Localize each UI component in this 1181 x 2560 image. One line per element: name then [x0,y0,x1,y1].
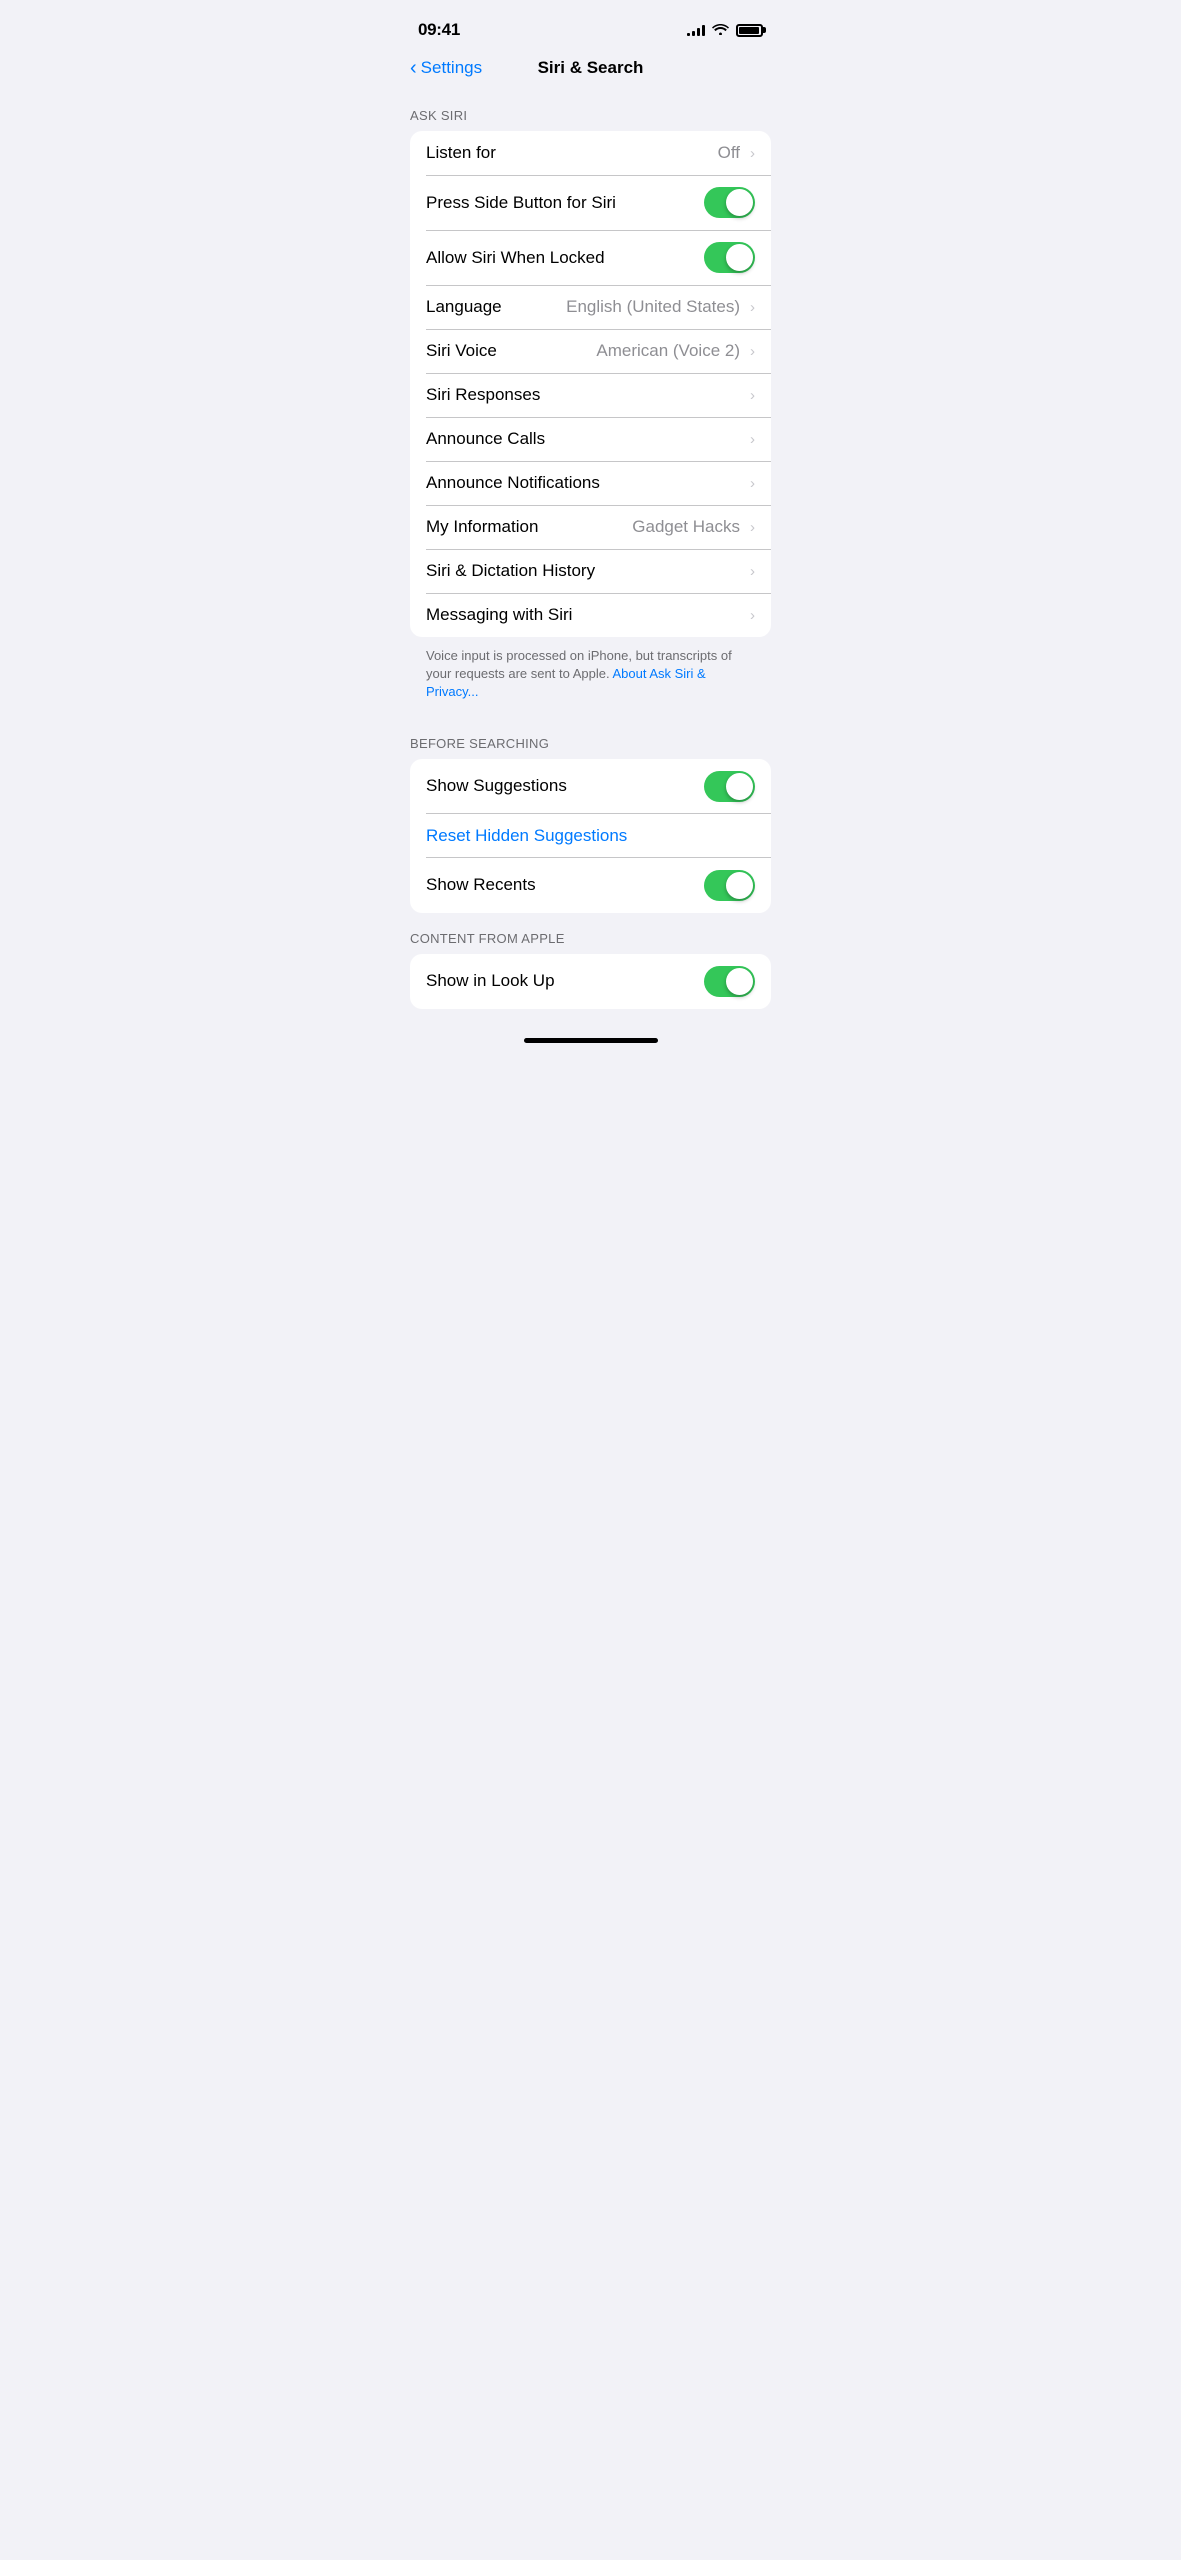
siri-responses-label: Siri Responses [426,385,750,405]
messaging-with-siri-chevron-icon: › [750,607,755,624]
ask-siri-header: ASK SIRI [394,90,787,131]
show-recents-toggle[interactable] [704,870,755,901]
press-side-button-label: Press Side Button for Siri [426,193,704,213]
language-value: English (United States) [566,297,740,317]
announce-notifications-chevron-icon: › [750,475,755,492]
home-indicator [524,1038,658,1043]
show-in-look-up-label: Show in Look Up [426,971,704,991]
before-searching-card: Show Suggestions Reset Hidden Suggestion… [410,759,771,913]
siri-voice-value: American (Voice 2) [596,341,740,361]
my-information-label: My Information [426,517,632,537]
language-label: Language [426,297,566,317]
allow-when-locked-row[interactable]: Allow Siri When Locked [410,230,771,285]
battery-icon [736,24,763,37]
back-label: Settings [421,58,482,78]
siri-voice-row[interactable]: Siri Voice American (Voice 2) › [410,329,771,373]
reset-hidden-suggestions-label: Reset Hidden Suggestions [426,826,755,846]
allow-when-locked-toggle[interactable] [704,242,755,273]
announce-calls-label: Announce Calls [426,429,750,449]
messaging-with-siri-row[interactable]: Messaging with Siri › [410,593,771,637]
listen-for-value: Off [718,143,740,163]
status-icons [687,22,763,38]
press-side-button-row[interactable]: Press Side Button for Siri [410,175,771,230]
siri-dictation-history-label: Siri & Dictation History [426,561,750,581]
listen-for-label: Listen for [426,143,718,163]
status-time: 09:41 [418,20,460,40]
siri-dictation-history-chevron-icon: › [750,563,755,580]
siri-responses-chevron-icon: › [750,387,755,404]
siri-responses-row[interactable]: Siri Responses › [410,373,771,417]
show-recents-label: Show Recents [426,875,704,895]
back-chevron-icon: ‹ [410,58,417,78]
press-side-button-toggle[interactable] [704,187,755,218]
my-information-row[interactable]: My Information Gadget Hacks › [410,505,771,549]
reset-hidden-suggestions-row[interactable]: Reset Hidden Suggestions [410,814,771,858]
announce-calls-row[interactable]: Announce Calls › [410,417,771,461]
before-searching-header: BEFORE SEARCHING [394,718,787,759]
announce-notifications-label: Announce Notifications [426,473,750,493]
signal-icon [687,24,705,36]
siri-dictation-history-row[interactable]: Siri & Dictation History › [410,549,771,593]
content-from-apple-card: Show in Look Up [410,954,771,1009]
show-in-look-up-toggle[interactable] [704,966,755,997]
my-information-chevron-icon: › [750,519,755,536]
ask-siri-card: Listen for Off › Press Side Button for S… [410,131,771,637]
show-suggestions-label: Show Suggestions [426,776,704,796]
language-chevron-icon: › [750,299,755,316]
show-in-look-up-row[interactable]: Show in Look Up [410,954,771,1009]
siri-voice-chevron-icon: › [750,343,755,360]
my-information-value: Gadget Hacks [632,517,740,537]
wifi-icon [712,22,729,38]
status-bar: 09:41 [394,0,787,50]
show-suggestions-row[interactable]: Show Suggestions [410,759,771,814]
messaging-with-siri-label: Messaging with Siri [426,605,750,625]
show-suggestions-toggle[interactable] [704,771,755,802]
announce-calls-chevron-icon: › [750,431,755,448]
siri-voice-label: Siri Voice [426,341,596,361]
listen-for-row[interactable]: Listen for Off › [410,131,771,175]
language-row[interactable]: Language English (United States) › [410,285,771,329]
listen-for-chevron-icon: › [750,145,755,162]
allow-when-locked-label: Allow Siri When Locked [426,248,704,268]
announce-notifications-row[interactable]: Announce Notifications › [410,461,771,505]
nav-bar: ‹ Settings Siri & Search [394,50,787,90]
ask-siri-footer: Voice input is processed on iPhone, but … [394,637,787,718]
back-button[interactable]: ‹ Settings [410,58,482,78]
content-from-apple-header: CONTENT FROM APPLE [394,913,787,954]
show-recents-row[interactable]: Show Recents [410,858,771,913]
page-title: Siri & Search [538,58,644,78]
